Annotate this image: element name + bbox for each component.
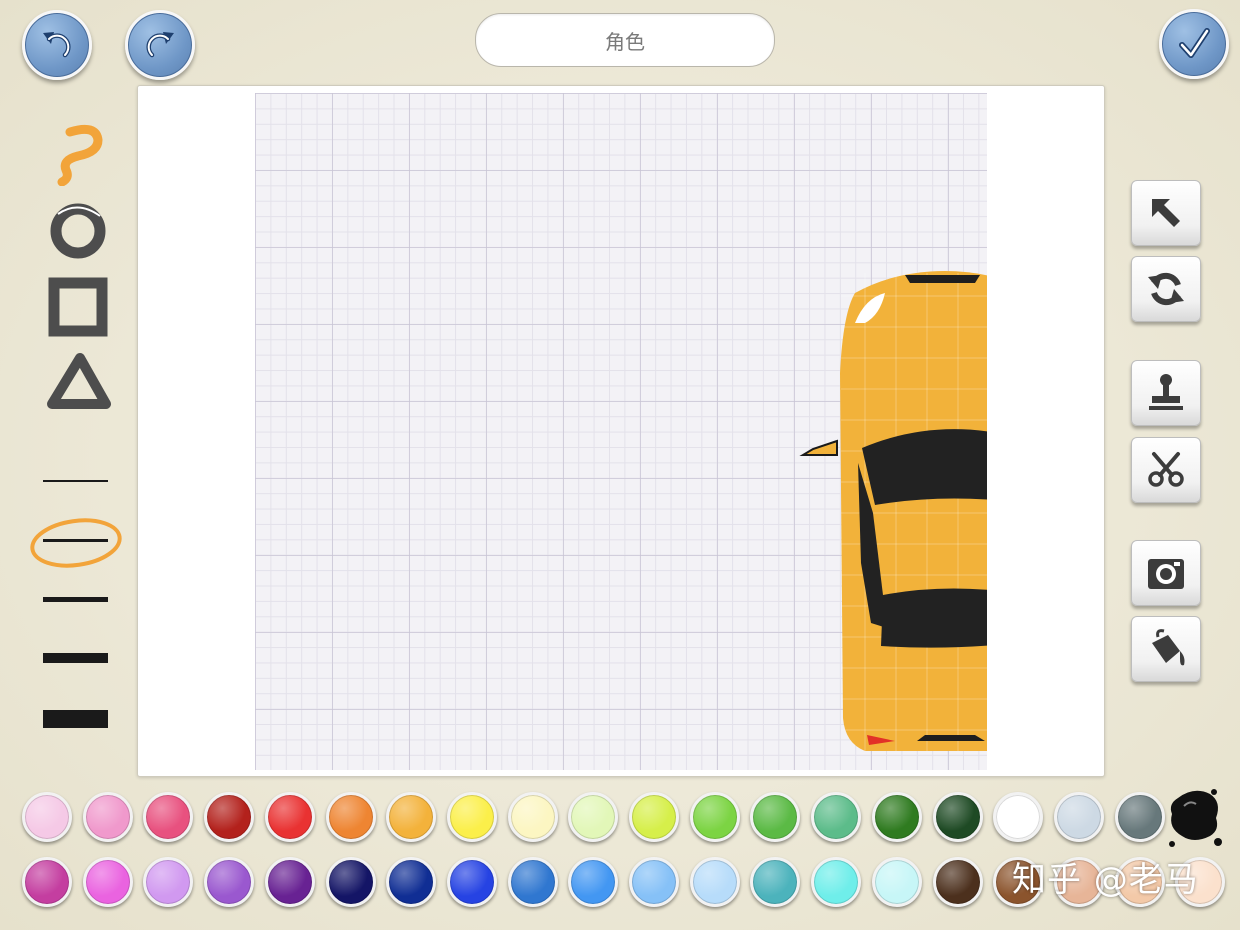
checkmark-icon — [1179, 28, 1210, 58]
color-swatch[interactable] — [932, 792, 983, 842]
color-swatch[interactable] — [629, 857, 679, 907]
rotate-icon — [1148, 272, 1184, 306]
camera-button[interactable] — [1131, 540, 1201, 606]
line-width-thick[interactable] — [43, 653, 108, 663]
color-swatch[interactable] — [204, 792, 255, 842]
color-swatch[interactable] — [811, 857, 862, 907]
stamp-button[interactable] — [1131, 360, 1201, 426]
name-input[interactable]: 角色 — [475, 13, 775, 67]
select-button[interactable] — [1131, 180, 1201, 246]
color-swatch[interactable] — [1053, 792, 1104, 842]
color-swatch[interactable] — [811, 792, 862, 842]
triangle-icon[interactable] — [44, 352, 114, 410]
color-swatch[interactable] — [871, 857, 922, 907]
color-swatch[interactable] — [629, 792, 679, 842]
color-swatch[interactable] — [507, 857, 558, 907]
color-swatch[interactable] — [386, 792, 437, 842]
canvas-frame — [137, 85, 1105, 777]
watermark: 知乎 @老马 — [1012, 860, 1199, 900]
color-swatch[interactable] — [750, 857, 801, 907]
redo-icon — [146, 32, 174, 58]
color-swatch[interactable] — [689, 792, 740, 842]
line-width-thinnest[interactable] — [43, 480, 108, 482]
color-swatch[interactable] — [143, 857, 194, 907]
scissors-icon — [1148, 452, 1184, 487]
color-swatch[interactable] — [82, 792, 133, 842]
redo-button[interactable] — [125, 10, 195, 80]
paint-bucket-icon — [1152, 629, 1185, 666]
color-swatch[interactable] — [325, 792, 376, 842]
cut-button[interactable] — [1131, 437, 1201, 503]
undo-icon — [43, 32, 71, 58]
done-button[interactable] — [1159, 9, 1229, 79]
freehand-squiggle-icon[interactable] — [48, 122, 112, 186]
color-swatch[interactable] — [446, 857, 497, 907]
color-swatch[interactable] — [446, 792, 497, 842]
drawing-canvas[interactable] — [255, 93, 987, 770]
color-swatch[interactable] — [932, 857, 983, 907]
line-width-thin[interactable] — [43, 539, 108, 542]
undo-button[interactable] — [22, 10, 92, 80]
color-swatch[interactable] — [325, 857, 376, 907]
fill-button[interactable] — [1131, 616, 1201, 682]
color-swatch[interactable] — [204, 857, 255, 907]
line-width-thickest[interactable] — [43, 710, 108, 728]
color-swatch[interactable] — [871, 792, 922, 842]
ink-splat-icon[interactable] — [1164, 784, 1224, 850]
color-swatch[interactable] — [568, 792, 619, 842]
color-swatch[interactable] — [264, 792, 315, 842]
color-swatch[interactable] — [568, 857, 619, 907]
color-swatch[interactable] — [143, 792, 194, 842]
color-swatch[interactable] — [22, 857, 72, 907]
color-swatch[interactable] — [507, 792, 558, 842]
color-swatch[interactable] — [689, 857, 740, 907]
car-drawing[interactable] — [795, 263, 987, 763]
color-swatch[interactable] — [1114, 792, 1165, 842]
color-swatch[interactable] — [993, 792, 1044, 842]
color-swatch[interactable] — [750, 792, 801, 842]
color-swatch[interactable] — [386, 857, 437, 907]
circle-icon[interactable] — [44, 198, 114, 264]
color-swatch[interactable] — [22, 792, 72, 842]
color-swatch[interactable] — [82, 857, 133, 907]
rotate-button[interactable] — [1131, 256, 1201, 322]
color-swatch[interactable] — [264, 857, 315, 907]
stamp-icon — [1149, 374, 1183, 410]
selected-line-highlight — [30, 518, 122, 568]
select-arrow-icon — [1152, 199, 1180, 227]
camera-icon — [1148, 559, 1184, 589]
line-width-medium[interactable] — [43, 597, 108, 602]
rectangle-icon[interactable] — [44, 275, 114, 339]
